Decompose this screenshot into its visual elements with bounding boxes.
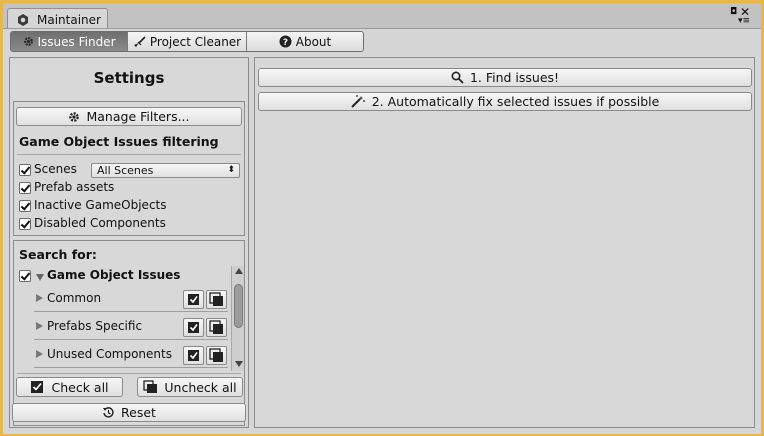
filters-section: Manage Filters... Game Object Issues fil… (13, 101, 245, 236)
check-group-button[interactable] (183, 290, 204, 309)
find-issues-button[interactable]: 1. Find issues! (258, 68, 752, 87)
reset-icon (103, 407, 114, 418)
uncheck-all-icon (209, 320, 223, 334)
check-group-button[interactable] (183, 346, 204, 365)
check-all-icon (188, 322, 199, 333)
uncheck-group-button[interactable] (206, 346, 227, 365)
scenes-checkbox[interactable] (19, 164, 31, 176)
maintainer-window: Maintainer ◘ ✕ ▾≡ Issues Finder Project … (3, 3, 761, 434)
divider (34, 339, 228, 340)
divider (34, 367, 228, 368)
search-icon (451, 71, 464, 84)
maximize-icon[interactable]: ◘ (730, 7, 737, 17)
prefabs-specific-label: Prefabs Specific (47, 319, 143, 333)
broom-icon (133, 35, 146, 47)
uncheck-group-button[interactable] (206, 290, 227, 309)
uncheck-group-button[interactable] (206, 318, 227, 337)
divider (34, 311, 228, 312)
expand-right-icon[interactable] (36, 294, 43, 302)
svg-text:?: ? (283, 38, 288, 48)
expand-right-icon[interactable] (36, 350, 43, 358)
auto-fix-button[interactable]: 2. Automatically fix selected issues if … (258, 92, 752, 111)
magic-wand-icon (350, 95, 365, 108)
expand-right-icon[interactable] (36, 322, 43, 330)
scroll-up-icon[interactable] (235, 268, 243, 274)
window-title: Maintainer (37, 13, 101, 27)
search-scrollbar[interactable] (231, 266, 244, 371)
scroll-down-icon[interactable] (235, 361, 243, 367)
divider (17, 154, 241, 155)
unused-components-label: Unused Components (47, 347, 172, 361)
dropdown-arrow-icon: ⬍ (227, 165, 235, 175)
check-all-icon (31, 381, 44, 393)
reset-button[interactable]: Reset (12, 403, 246, 422)
tab-issues-finder[interactable]: Issues Finder (11, 32, 128, 51)
check-group-button[interactable] (183, 318, 204, 337)
prefab-assets-checkbox[interactable] (19, 182, 31, 194)
window-content: Issues Finder Project Cleaner ? About Se… (3, 28, 761, 434)
prefab-assets-label: Prefab assets (34, 180, 115, 194)
gear-icon (23, 37, 33, 46)
search-heading: Search for: (19, 247, 97, 262)
scenes-dropdown[interactable]: All Scenes ⬍ (91, 163, 240, 178)
uncheck-all-icon (209, 292, 223, 306)
tab-about[interactable]: ? About (247, 32, 363, 51)
settings-panel: Settings Manage Filters... Game Object I… (9, 57, 249, 428)
check-all-button[interactable]: Check all (16, 377, 123, 397)
disabled-components-label: Disabled Components (34, 216, 166, 230)
disabled-components-checkbox[interactable] (19, 218, 31, 230)
expand-down-icon[interactable] (36, 274, 44, 281)
window-menu-icon[interactable]: ▾≡ (738, 17, 750, 26)
game-object-issues-label: Game Object Issues (47, 268, 181, 282)
filter-heading: Game Object Issues filtering (19, 134, 219, 149)
game-object-issues-checkbox[interactable] (19, 270, 31, 282)
settings-title: Settings (93, 69, 165, 87)
common-label: Common (47, 291, 102, 305)
inactive-gameobjects-checkbox[interactable] (19, 200, 31, 212)
uncheck-all-icon (143, 380, 158, 393)
help-icon: ? (279, 35, 292, 48)
main-toolbar: Issues Finder Project Cleaner ? About (10, 31, 364, 52)
manage-filters-button[interactable]: Manage Filters... (16, 107, 242, 126)
unity-icon (18, 14, 28, 26)
scenes-label: Scenes (34, 162, 77, 176)
check-all-icon (188, 350, 199, 361)
tab-project-cleaner[interactable]: Project Cleaner (128, 32, 247, 51)
divider (17, 373, 241, 374)
scroll-thumb[interactable] (234, 284, 243, 328)
uncheck-all-icon (209, 348, 223, 362)
gear-icon (69, 111, 80, 122)
uncheck-all-button[interactable]: Uncheck all (137, 377, 243, 397)
search-section: Search for: Game Object Issues Common Pr… (13, 240, 245, 426)
inactive-gameobjects-label: Inactive GameObjects (34, 198, 167, 212)
results-panel: 1. Find issues! 2. Automatically fix sel… (254, 57, 755, 428)
check-all-icon (188, 294, 199, 305)
